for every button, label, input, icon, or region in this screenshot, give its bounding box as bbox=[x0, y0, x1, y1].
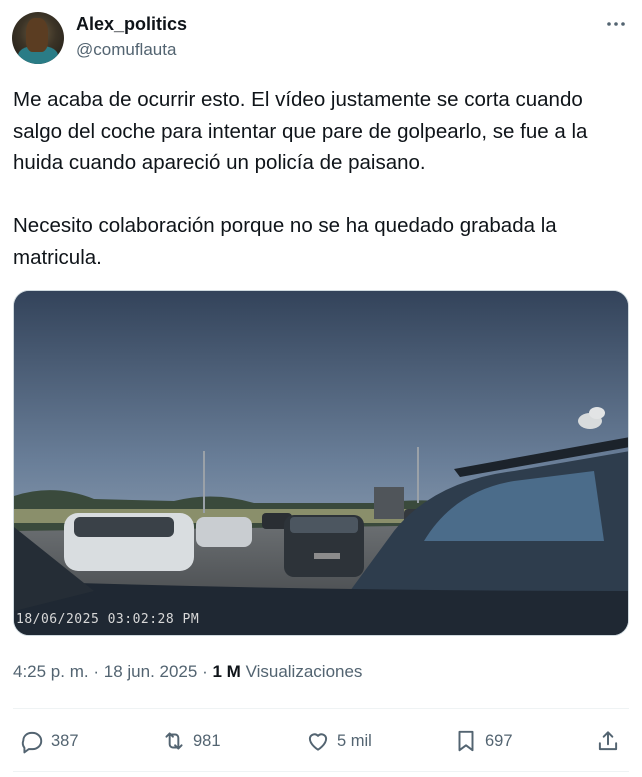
tweet-meta: 4:25 p. m. · 18 jun. 2025 · 1 M Visualiz… bbox=[13, 662, 362, 682]
like-button[interactable]: 5 mil bbox=[305, 722, 372, 760]
bookmark-button[interactable]: 697 bbox=[453, 722, 513, 760]
author-display-name[interactable]: Alex_politics bbox=[76, 14, 187, 35]
reply-icon bbox=[21, 731, 43, 754]
tweet-video[interactable]: 18/06/2025 03:02:28 PM bbox=[13, 290, 629, 636]
reply-button[interactable]: 387 bbox=[19, 722, 79, 760]
avatar[interactable] bbox=[12, 12, 64, 64]
meta-separator: · bbox=[93, 662, 100, 681]
video-timestamp-overlay: 18/06/2025 03:02:28 PM bbox=[16, 612, 200, 627]
more-options-icon[interactable] bbox=[602, 14, 630, 38]
divider bbox=[13, 708, 629, 709]
heart-icon bbox=[308, 733, 328, 751]
bottom-divider bbox=[13, 771, 629, 772]
share-icon bbox=[598, 731, 618, 751]
tweet-text: Me acaba de ocurrir esto. El vídeo justa… bbox=[13, 88, 588, 269]
action-bar: 387 981 5 mil 697 bbox=[13, 722, 629, 760]
repost-icon bbox=[165, 732, 183, 750]
bookmark-count: 697 bbox=[485, 731, 513, 750]
views-label: Visualizaciones bbox=[245, 662, 363, 681]
repost-count: 981 bbox=[193, 731, 221, 750]
like-count: 5 mil bbox=[337, 731, 372, 750]
dashcam-frame bbox=[14, 291, 628, 635]
reply-count: 387 bbox=[51, 731, 79, 750]
author-handle[interactable]: @comuflauta bbox=[76, 40, 176, 60]
meta-separator-2: · bbox=[202, 662, 208, 681]
share-button[interactable] bbox=[595, 722, 621, 760]
tweet-time[interactable]: 4:25 p. m. bbox=[13, 662, 89, 681]
bookmark-icon bbox=[458, 730, 474, 752]
views-count: 1 M bbox=[212, 662, 241, 681]
tweet-date[interactable]: 18 jun. 2025 bbox=[104, 662, 198, 681]
tweet-header: Alex_politics @comuflauta bbox=[12, 12, 630, 64]
repost-button[interactable]: 981 bbox=[161, 722, 221, 760]
